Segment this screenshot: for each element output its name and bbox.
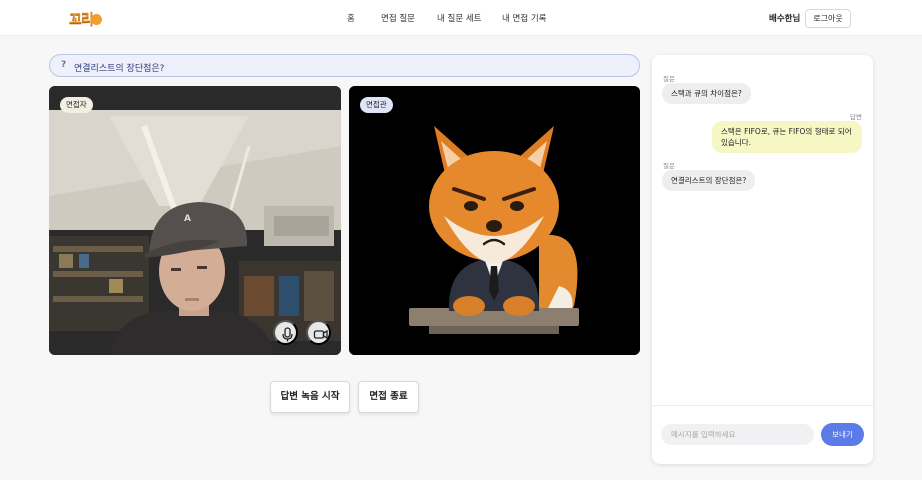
end-interview-button[interactable]: 면접 종료 <box>358 381 419 413</box>
microphone-icon <box>282 327 293 342</box>
interviewer-video-panel: 면접관 <box>349 86 640 355</box>
message-role-label: 질문 <box>663 162 675 170</box>
nav-my-question-sets[interactable]: 내 질문 세트 <box>437 12 482 24</box>
interviewer-tag: 면접관 <box>360 97 393 113</box>
current-question-banner: ? 연결리스트의 장단점은? <box>49 54 640 77</box>
chat-divider <box>652 405 873 406</box>
nav-interview-questions[interactable]: 면접 질문 <box>381 12 415 24</box>
message-role-label: 답변 <box>850 113 862 121</box>
question-bubble: 연결리스트의 장단점은? <box>662 170 756 191</box>
question-icon: ? <box>61 60 67 70</box>
answer-bubble: 스택은 FIFO로, 큐는 FIFO의 형태로 되어있습니다. <box>712 121 862 153</box>
logo-text: 꼬리 <box>69 12 94 28</box>
fox-interviewer-avatar <box>349 86 640 355</box>
nav-home[interactable]: 홈 <box>347 12 355 24</box>
fox-tail-icon <box>90 14 102 25</box>
question-bubble: 스택과 큐의 차이점은? <box>662 83 751 104</box>
webcam-feed: A <box>49 86 341 355</box>
chat-panel: 질문 스택과 큐의 차이점은? 답변 스택은 FIFO로, 큐는 FIFO의 형… <box>652 55 873 464</box>
svg-text:A: A <box>184 214 191 224</box>
start-answer-recording-button[interactable]: 답변 녹음 시작 <box>270 381 350 413</box>
chat-message-input[interactable] <box>661 424 814 445</box>
nav-my-interview-records[interactable]: 내 면접 기록 <box>502 12 547 24</box>
logo[interactable]: 꼬리 <box>69 9 102 29</box>
logout-button[interactable]: 로그아웃 <box>805 9 851 28</box>
camera-toggle-button[interactable] <box>306 320 331 345</box>
microphone-toggle-button[interactable] <box>273 320 298 345</box>
top-navigation-bar: 꼬리 홈 면접 질문 내 질문 세트 내 면접 기록 배수한님 로그아웃 <box>0 0 922 36</box>
send-message-button[interactable]: 보내기 <box>821 423 864 446</box>
interviewee-video-panel: A 면접자 <box>49 86 341 355</box>
video-camera-icon <box>313 329 328 340</box>
current-question-text: 연결리스트의 장단점은? <box>74 63 165 74</box>
message-role-label: 질문 <box>663 75 675 83</box>
user-name: 배수한님 <box>769 14 801 24</box>
interviewee-tag: 면접자 <box>60 97 93 113</box>
